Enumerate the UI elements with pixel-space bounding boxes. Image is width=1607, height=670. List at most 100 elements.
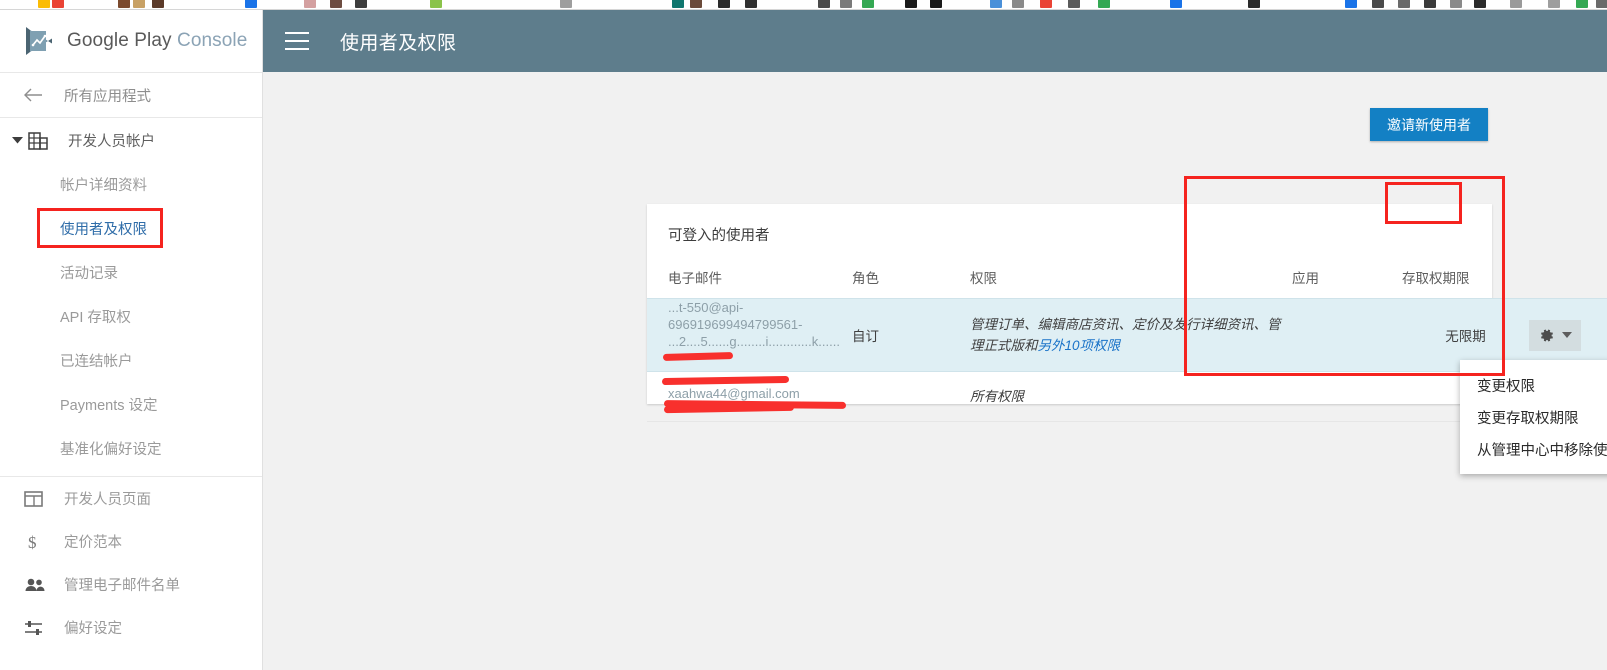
gear-icon (1541, 329, 1553, 341)
bookmark-favicon[interactable] (745, 0, 757, 8)
column-header-role: 角色 (852, 271, 879, 286)
bookmark-favicon[interactable] (818, 0, 830, 8)
sidebar-back-label: 所有应用程式 (64, 88, 151, 105)
chevron-down-icon[interactable] (1562, 332, 1572, 338)
redacted-email: ...t-550@api- 696919699494799561- ...2..… (661, 299, 850, 409)
column-header-email: 电子邮件 (668, 271, 722, 286)
bookmark-favicon[interactable] (1372, 0, 1384, 8)
bookmark-favicon[interactable] (430, 0, 442, 8)
sidebar-item-label: 帐户详细资料 (60, 177, 147, 194)
email-line: ...t-550@api- (668, 300, 744, 315)
cell-role (852, 372, 970, 422)
card-title: 可登入的使用者 (668, 228, 770, 244)
bookmark-favicon[interactable] (990, 0, 1002, 8)
people-icon (24, 577, 50, 593)
bookmark-favicon[interactable] (52, 0, 64, 8)
bookmark-favicon[interactable] (1576, 0, 1588, 8)
sidebar-item-preferences[interactable]: 偏好设定 (0, 606, 262, 649)
bookmark-favicon[interactable] (560, 0, 572, 8)
bookmark-favicon[interactable] (1248, 0, 1260, 8)
sidebar-item-label: 使用者及权限 (60, 221, 147, 238)
bookmark-favicon[interactable] (862, 0, 874, 8)
bookmark-favicon[interactable] (38, 0, 50, 8)
column-header-permissions: 权限 (970, 271, 997, 286)
sidebar-item-activity-log[interactable]: 活动记录 (0, 250, 262, 294)
row-actions-dropdown-menu[interactable]: 变更权限 变更存取权期限 从管理中心中移除使用者 (1460, 360, 1607, 474)
bookmark-favicon[interactable] (152, 0, 164, 8)
sidebar: Google Play Console 所有应用程式 开发人员帐户 帐户详细资料… (0, 10, 263, 670)
sidebar-item-label: 定价范本 (64, 535, 122, 551)
sidebar-group-developer-account[interactable]: 开发人员帐户 (0, 118, 262, 162)
sidebar-item-users-permissions[interactable]: 使用者及权限 (0, 206, 262, 250)
bookmark-favicon[interactable] (718, 0, 730, 8)
bookmark-favicon[interactable] (930, 0, 942, 8)
sidebar-back-all-apps[interactable]: 所有应用程式 (0, 73, 262, 118)
menu-item-change-access-expiry[interactable]: 变更存取权期限 (1460, 401, 1607, 433)
menu-item-change-permissions[interactable]: 变更权限 (1460, 369, 1607, 401)
sidebar-item-linked-accounts[interactable]: 已连结帐户 (0, 338, 262, 382)
sidebar-item-manage-email-lists[interactable]: 管理电子邮件名单 (0, 563, 262, 606)
cell-permissions: 所有权限 (970, 372, 1292, 422)
bookmark-favicon[interactable] (1450, 0, 1462, 8)
redacted-email: xaahwa44@gmail.com (663, 385, 800, 413)
bookmark-favicon[interactable] (133, 0, 145, 8)
bookmark-favicon[interactable] (1474, 0, 1486, 8)
bookmark-favicon[interactable] (1170, 0, 1182, 8)
sidebar-item-api-access[interactable]: API 存取权 (0, 294, 262, 338)
cell-email: xaahwa44@gmail.com (647, 372, 852, 422)
column-header-app: 应用 (1292, 271, 1319, 286)
invite-new-user-button[interactable]: 邀请新使用者 (1370, 108, 1488, 141)
chevron-down-icon[interactable] (8, 136, 26, 144)
menu-item-remove-user[interactable]: 从管理中心中移除使用者 (1460, 433, 1607, 465)
email-line: xaahwa44@gmail.com (668, 385, 800, 401)
bookmark-favicon[interactable] (1548, 0, 1560, 8)
bookmark-favicon[interactable] (1098, 0, 1110, 8)
sidebar-item-developer-page[interactable]: 开发人员页面 (0, 477, 262, 520)
bookmark-favicon[interactable] (1424, 0, 1436, 8)
bookmark-favicon[interactable] (1596, 0, 1607, 8)
sidebar-item-benchmark-preferences[interactable]: 基准化偏好设定 (0, 426, 262, 470)
bookmark-favicon[interactable] (355, 0, 367, 8)
bookmark-favicon[interactable] (1040, 0, 1052, 8)
bookmark-favicon[interactable] (245, 0, 257, 8)
dollar-icon: $ (24, 532, 50, 552)
page-layout-icon (24, 490, 50, 508)
sliders-icon (24, 619, 50, 637)
sidebar-item-pricing-templates[interactable]: $ 定价范本 (0, 520, 262, 563)
bookmark-favicon[interactable] (1510, 0, 1522, 8)
hamburger-icon[interactable] (285, 32, 309, 50)
sidebar-item-label: API 存取权 (60, 309, 131, 326)
bookmark-favicon[interactable] (672, 0, 684, 8)
sidebar-item-label: 基准化偏好设定 (60, 441, 162, 458)
bookmark-favicon[interactable] (1345, 0, 1357, 8)
bookmark-favicon[interactable] (330, 0, 342, 8)
google-play-console-logo (24, 25, 54, 57)
brand-header[interactable]: Google Play Console (0, 10, 262, 73)
bookmark-favicon[interactable] (118, 0, 130, 8)
main-area: 使用者及权限 邀请新使用者 可登入的使用者 电子邮件 角色 权限 应用 存取权期… (263, 10, 1607, 670)
email-line: ...2....5......g........i............k..… (668, 334, 840, 349)
bookmark-favicon[interactable] (905, 0, 917, 8)
bookmark-favicon[interactable] (690, 0, 702, 8)
table-header-row: 电子邮件 角色 权限 应用 存取权期限 (647, 267, 1607, 299)
email-line: 696919699494799561- (668, 317, 803, 332)
page-title: 使用者及权限 (340, 32, 457, 54)
redaction-mark (663, 403, 795, 413)
bookmark-favicon[interactable] (1398, 0, 1410, 8)
sidebar-item-label: 开发人员页面 (64, 492, 151, 508)
sidebar-item-payments-settings[interactable]: Payments 设定 (0, 382, 262, 426)
bookmark-favicon[interactable] (840, 0, 852, 8)
brand-google-play: Google Play (67, 30, 172, 51)
bookmark-favicon[interactable] (1068, 0, 1080, 8)
sidebar-item-label: 已连结帐户 (60, 353, 133, 370)
row-actions-gear-button[interactable] (1529, 319, 1581, 351)
brand-wordmark: Google Play Console (67, 30, 247, 52)
sidebar-item-account-details[interactable]: 帐户详细资料 (0, 162, 262, 206)
bookmark-favicon[interactable] (1012, 0, 1024, 8)
sidebar-item-label: 偏好设定 (64, 621, 122, 637)
permission-more-link[interactable]: 另外10项权限 (1038, 338, 1121, 353)
redaction-mark (662, 352, 734, 361)
sidebar-group-label: 开发人员帐户 (68, 133, 155, 150)
bookmark-favicon[interactable] (304, 0, 316, 8)
page-content: 邀请新使用者 可登入的使用者 电子邮件 角色 权限 应用 存取权期限 ...t-… (263, 72, 1607, 670)
